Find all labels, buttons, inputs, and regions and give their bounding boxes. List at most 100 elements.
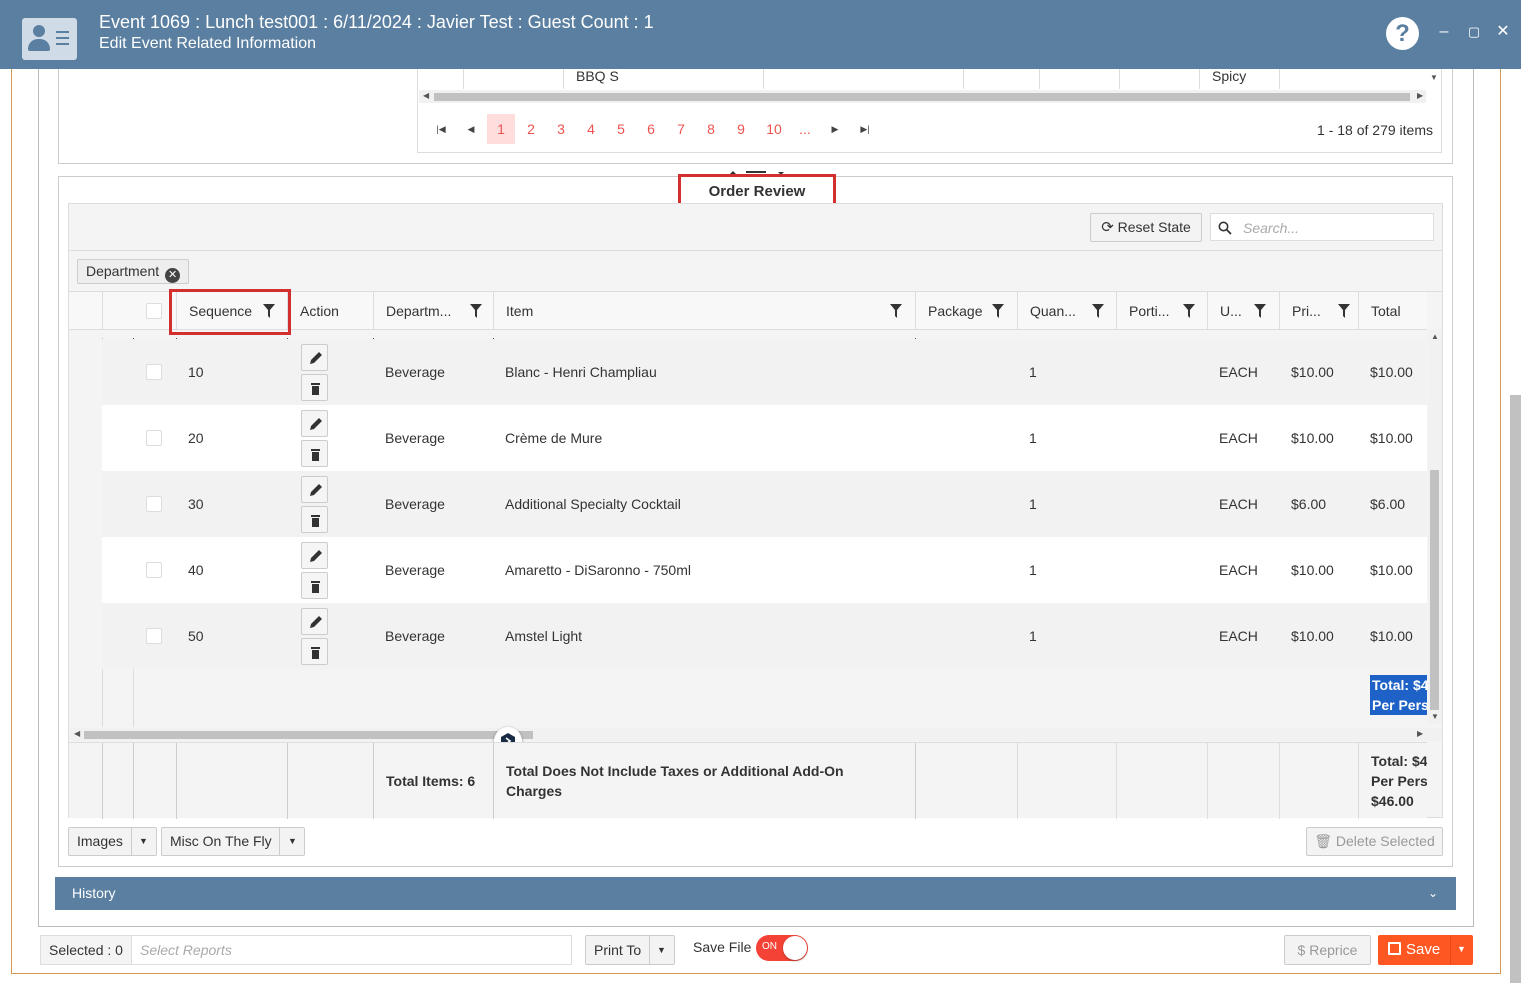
row-checkbox[interactable] bbox=[146, 562, 162, 578]
row-checkbox[interactable] bbox=[146, 496, 162, 512]
table-row[interactable]: 30 Beverage Additional Specialty Cocktai… bbox=[102, 471, 1427, 537]
row-checkbox[interactable] bbox=[146, 430, 162, 446]
item-cell: Blanc - Henri Champliau bbox=[505, 364, 657, 380]
history-section[interactable]: History ⌄ bbox=[55, 877, 1456, 910]
page-5[interactable]: 5 bbox=[607, 114, 635, 144]
unit-cell: EACH bbox=[1219, 628, 1258, 644]
scroll-left-icon[interactable]: ◀ bbox=[423, 91, 429, 100]
unit-cell: EACH bbox=[1219, 430, 1258, 446]
caret-down-icon[interactable]: ▼ bbox=[1457, 944, 1466, 954]
edit-button[interactable] bbox=[301, 542, 328, 569]
table-row[interactable]: 10 Beverage Blanc - Henri Champliau 1 EA… bbox=[102, 339, 1427, 405]
page-2[interactable]: 2 bbox=[517, 114, 545, 144]
row-checkbox[interactable] bbox=[146, 628, 162, 644]
maximize-button[interactable]: ▢ bbox=[1466, 22, 1482, 42]
column-department[interactable]: Departm... bbox=[373, 292, 493, 330]
delete-button[interactable] bbox=[301, 506, 328, 533]
print-to-dropdown[interactable]: Print To ▼ bbox=[585, 935, 675, 965]
table-row[interactable]: BBQ S Spicy bbox=[418, 69, 1426, 89]
filter-icon[interactable] bbox=[470, 304, 482, 318]
pager: |◀ ◀ 1 2 3 4 5 6 7 8 9 10 ... ▶ ▶| 1 - 1… bbox=[418, 109, 1441, 149]
scroll-up-icon[interactable]: ▲ bbox=[1431, 332, 1439, 341]
title-bar: Event 1069 : Lunch test001 : 6/11/2024 :… bbox=[0, 0, 1521, 69]
page-10[interactable]: 10 bbox=[759, 114, 789, 144]
trash-icon bbox=[311, 581, 320, 593]
trash-icon bbox=[311, 449, 320, 461]
grid-horizontal-scrollbar[interactable]: ◀ ▶ bbox=[70, 728, 1442, 741]
search-input[interactable]: Search... bbox=[1210, 213, 1434, 241]
select-all-checkbox[interactable] bbox=[146, 303, 162, 319]
reprice-button[interactable]: $ Reprice bbox=[1284, 935, 1371, 965]
scroll-right-icon[interactable]: ▶ bbox=[1417, 729, 1423, 738]
page-1[interactable]: 1 bbox=[487, 114, 515, 144]
filter-icon[interactable] bbox=[1254, 304, 1266, 318]
scroll-right-icon[interactable]: ▶ bbox=[1417, 91, 1423, 100]
pencil-icon bbox=[310, 418, 322, 430]
scroll-down-icon[interactable]: ▼ bbox=[1431, 712, 1439, 721]
scroll-left-icon[interactable]: ◀ bbox=[74, 729, 80, 738]
row-checkbox[interactable] bbox=[146, 364, 162, 380]
page-vertical-scrollbar[interactable] bbox=[1510, 395, 1521, 983]
edit-button[interactable] bbox=[301, 608, 328, 635]
close-button[interactable]: ✕ bbox=[1495, 22, 1511, 42]
next-page-icon[interactable]: ▶ bbox=[821, 114, 849, 144]
save-button[interactable]: Save ▼ bbox=[1378, 935, 1473, 965]
edit-button[interactable] bbox=[301, 410, 328, 437]
edit-button[interactable] bbox=[301, 476, 328, 503]
page-6[interactable]: 6 bbox=[637, 114, 665, 144]
group-chip-department[interactable]: Department ✕ bbox=[77, 259, 190, 284]
pencil-icon bbox=[310, 484, 322, 496]
last-page-icon[interactable]: ▶| bbox=[851, 114, 879, 144]
page-3[interactable]: 3 bbox=[547, 114, 575, 144]
total-cell: $10.00 bbox=[1370, 562, 1413, 578]
grid-vertical-scrollbar[interactable]: ▲ ▼ bbox=[1428, 330, 1442, 724]
edit-button[interactable] bbox=[301, 344, 328, 371]
minimize-button[interactable]: – bbox=[1436, 22, 1452, 42]
selected-count: Selected : 0 bbox=[41, 936, 132, 964]
save-file-toggle[interactable]: ON bbox=[756, 935, 808, 961]
filter-icon[interactable] bbox=[890, 304, 902, 318]
item-cell: Additional Specialty Cocktail bbox=[505, 496, 681, 512]
page-9[interactable]: 9 bbox=[727, 114, 755, 144]
help-button[interactable]: ? bbox=[1386, 17, 1419, 50]
menu-items-grid: BBQ S Spicy ▼ ◀ ▶ |◀ ◀ 1 2 3 4 5 6 7 8 9… bbox=[417, 69, 1442, 153]
page-4[interactable]: 4 bbox=[577, 114, 605, 144]
scroll-down-arrow-icon[interactable]: ▼ bbox=[1430, 73, 1438, 82]
sequence-highlight bbox=[169, 289, 291, 335]
filter-icon[interactable] bbox=[1338, 304, 1350, 318]
images-dropdown[interactable]: Images ▼ bbox=[68, 827, 157, 856]
column-item[interactable]: Item bbox=[493, 292, 915, 330]
select-reports-placeholder: Select Reports bbox=[140, 942, 232, 958]
table-row[interactable]: 50 Beverage Amstel Light 1 EACH $10.00 $… bbox=[102, 603, 1427, 669]
delete-button[interactable] bbox=[301, 638, 328, 665]
column-quantity[interactable]: Quan... bbox=[1017, 292, 1116, 330]
filter-icon[interactable] bbox=[1183, 304, 1195, 318]
table-row[interactable]: 20 Beverage Crème de Mure 1 EACH $10.00 … bbox=[102, 405, 1427, 471]
remove-group-icon[interactable]: ✕ bbox=[165, 268, 181, 283]
column-unit[interactable]: U... bbox=[1207, 292, 1279, 330]
misc-on-the-fly-dropdown[interactable]: Misc On The Fly ▼ bbox=[161, 827, 305, 856]
trash-icon: 🗑 bbox=[1314, 833, 1333, 849]
filter-icon[interactable] bbox=[1092, 304, 1104, 318]
page-7[interactable]: 7 bbox=[667, 114, 695, 144]
table-row[interactable]: 40 Beverage Amaretto - DiSaronno - 750ml… bbox=[102, 537, 1427, 603]
footer-total: Total: $4 Per Pers $46.00 bbox=[1371, 753, 1427, 809]
department-cell: Beverage bbox=[385, 430, 445, 446]
filter-icon[interactable] bbox=[992, 304, 1004, 318]
prev-page-icon[interactable]: ◀ bbox=[457, 114, 485, 144]
caret-down-icon: ▼ bbox=[288, 836, 297, 846]
page-8[interactable]: 8 bbox=[697, 114, 725, 144]
column-package[interactable]: Package bbox=[915, 292, 1017, 330]
reset-state-button[interactable]: ⟳ Reset State bbox=[1090, 213, 1202, 242]
sequence-cell: 20 bbox=[188, 430, 204, 446]
first-page-icon[interactable]: |◀ bbox=[427, 114, 455, 144]
delete-button[interactable] bbox=[301, 374, 328, 401]
column-price[interactable]: Pri... bbox=[1279, 292, 1358, 330]
horizontal-scrollbar[interactable]: ◀ ▶ bbox=[419, 90, 1426, 103]
select-reports-field[interactable]: Selected : 0 Select Reports bbox=[40, 935, 572, 965]
column-portion[interactable]: Porti... bbox=[1116, 292, 1207, 330]
delete-button[interactable] bbox=[301, 572, 328, 599]
delete-selected-button[interactable]: 🗑 Delete Selected bbox=[1306, 827, 1443, 856]
delete-button[interactable] bbox=[301, 440, 328, 467]
page-more[interactable]: ... bbox=[791, 114, 819, 144]
